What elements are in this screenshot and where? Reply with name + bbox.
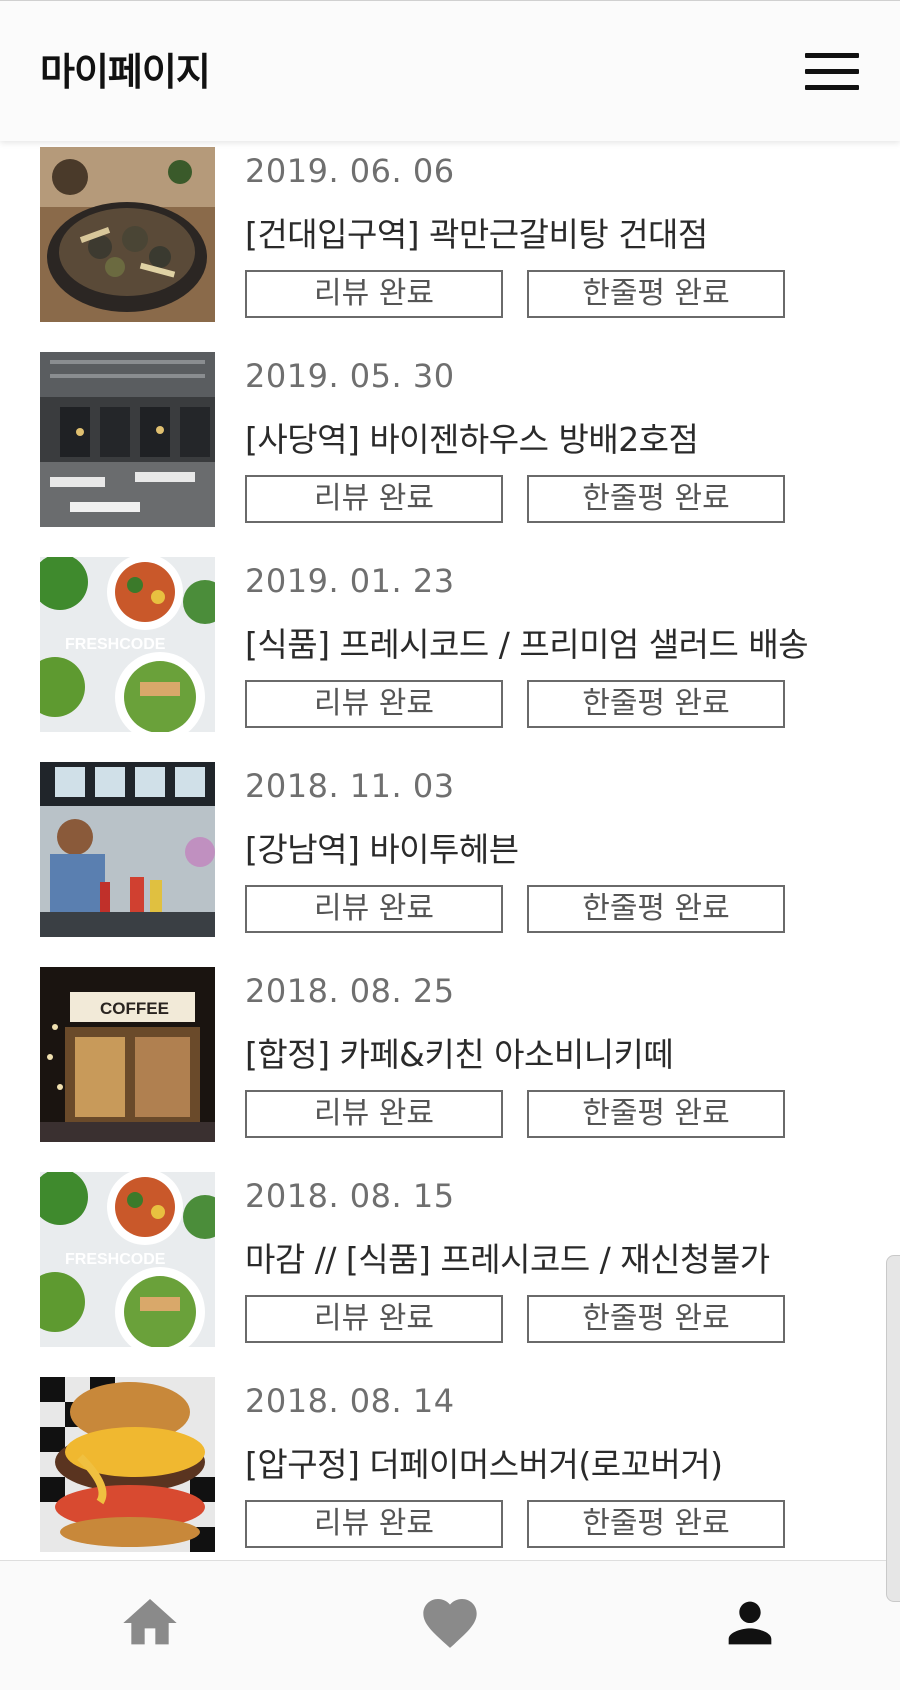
- restaurant-name[interactable]: [강남역] 바이투헤븐: [245, 823, 519, 871]
- restaurant-name[interactable]: [합정] 카페&키친 아소비니키떼: [245, 1028, 674, 1076]
- user-icon[interactable]: [718, 1591, 782, 1655]
- visit-date: 2019. 01. 23: [245, 562, 455, 600]
- review-complete-button[interactable]: 리뷰 완료: [245, 885, 503, 933]
- review-complete-button[interactable]: 리뷰 완료: [245, 1295, 503, 1343]
- thumbnail-logo-text: FRESHCODE: [65, 1251, 166, 1268]
- review-complete-button[interactable]: 리뷰 완료: [245, 1500, 503, 1548]
- visit-date: 2018. 08. 25: [245, 972, 455, 1010]
- heart-icon[interactable]: [418, 1591, 482, 1655]
- list-item: FRESHCODE 2018. 08. 15 마감 // [식품] 프레시코드 …: [0, 1165, 900, 1370]
- review-complete-button[interactable]: 리뷰 완료: [245, 1090, 503, 1138]
- thumbnail-logo-text: FRESHCODE: [65, 636, 166, 653]
- review-complete-button[interactable]: 리뷰 완료: [245, 475, 503, 523]
- visit-date: 2018. 08. 14: [245, 1382, 455, 1420]
- visit-list: 2019. 06. 06 [건대입구역] 곽만근갈비탕 건대점 리뷰 완료 한줄…: [0, 140, 900, 1560]
- bottom-nav: [0, 1560, 900, 1690]
- page-title: 마이페이지: [40, 50, 211, 94]
- hamburger-menu-icon[interactable]: [805, 53, 859, 91]
- oneline-review-complete-button[interactable]: 한줄평 완료: [527, 885, 785, 933]
- mural-cafe-thumbnail[interactable]: [40, 762, 215, 937]
- list-item: 2019. 06. 06 [건대입구역] 곽만근갈비탕 건대점 리뷰 완료 한줄…: [0, 140, 900, 345]
- list-item: 2018. 08. 14 [압구정] 더페이머스버거(로꼬버거) 리뷰 완료 한…: [0, 1370, 900, 1560]
- review-complete-button[interactable]: 리뷰 완료: [245, 680, 503, 728]
- food-galbi-thumbnail[interactable]: [40, 147, 215, 322]
- thumbnail-sign-text: COFFEE: [100, 999, 169, 1018]
- restaurant-name[interactable]: [사당역] 바이젠하우스 방배2호점: [245, 413, 699, 461]
- oneline-review-complete-button[interactable]: 한줄평 완료: [527, 680, 785, 728]
- visit-date: 2018. 11. 03: [245, 767, 455, 805]
- list-item: 2018. 11. 03 [강남역] 바이투헤븐 리뷰 완료 한줄평 완료: [0, 755, 900, 960]
- visit-date: 2018. 08. 15: [245, 1177, 455, 1215]
- oneline-review-complete-button[interactable]: 한줄평 완료: [527, 475, 785, 523]
- restaurant-name[interactable]: [압구정] 더페이머스버거(로꼬버거): [245, 1438, 723, 1486]
- oneline-review-complete-button[interactable]: 한줄평 완료: [527, 1295, 785, 1343]
- burger-thumbnail[interactable]: [40, 1377, 215, 1552]
- oneline-review-complete-button[interactable]: 한줄평 완료: [527, 270, 785, 318]
- restaurant-name[interactable]: 마감 // [식품] 프레시코드 / 재신청불가: [245, 1233, 770, 1281]
- visit-date: 2019. 05. 30: [245, 357, 455, 395]
- salad-thumbnail[interactable]: FRESHCODE: [40, 1172, 215, 1347]
- app-screen: 마이페이지 2019. 06. 06 [건대입구역] 곽만근갈비탕 건대점 리뷰…: [0, 0, 900, 1690]
- list-item: COFFEE 2018. 08. 25 [합정] 카페&키친 아소비니키떼 리뷰…: [0, 960, 900, 1165]
- list-item: FRESHCODE 2019. 01. 23 [식품] 프레시코드 / 프리미엄…: [0, 550, 900, 755]
- scrollbar-handle[interactable]: [886, 1255, 900, 1602]
- list-item: 2019. 05. 30 [사당역] 바이젠하우스 방배2호점 리뷰 완료 한줄…: [0, 345, 900, 550]
- restaurant-interior-thumbnail[interactable]: [40, 352, 215, 527]
- salad-thumbnail[interactable]: FRESHCODE: [40, 557, 215, 732]
- header: 마이페이지: [0, 0, 900, 141]
- review-complete-button[interactable]: 리뷰 완료: [245, 270, 503, 318]
- coffee-shop-thumbnail[interactable]: COFFEE: [40, 967, 215, 1142]
- restaurant-name[interactable]: [식품] 프레시코드 / 프리미엄 샐러드 배송: [245, 618, 809, 666]
- oneline-review-complete-button[interactable]: 한줄평 완료: [527, 1500, 785, 1548]
- oneline-review-complete-button[interactable]: 한줄평 완료: [527, 1090, 785, 1138]
- restaurant-name[interactable]: [건대입구역] 곽만근갈비탕 건대점: [245, 208, 708, 256]
- visit-date: 2019. 06. 06: [245, 152, 455, 190]
- home-icon[interactable]: [118, 1591, 182, 1655]
